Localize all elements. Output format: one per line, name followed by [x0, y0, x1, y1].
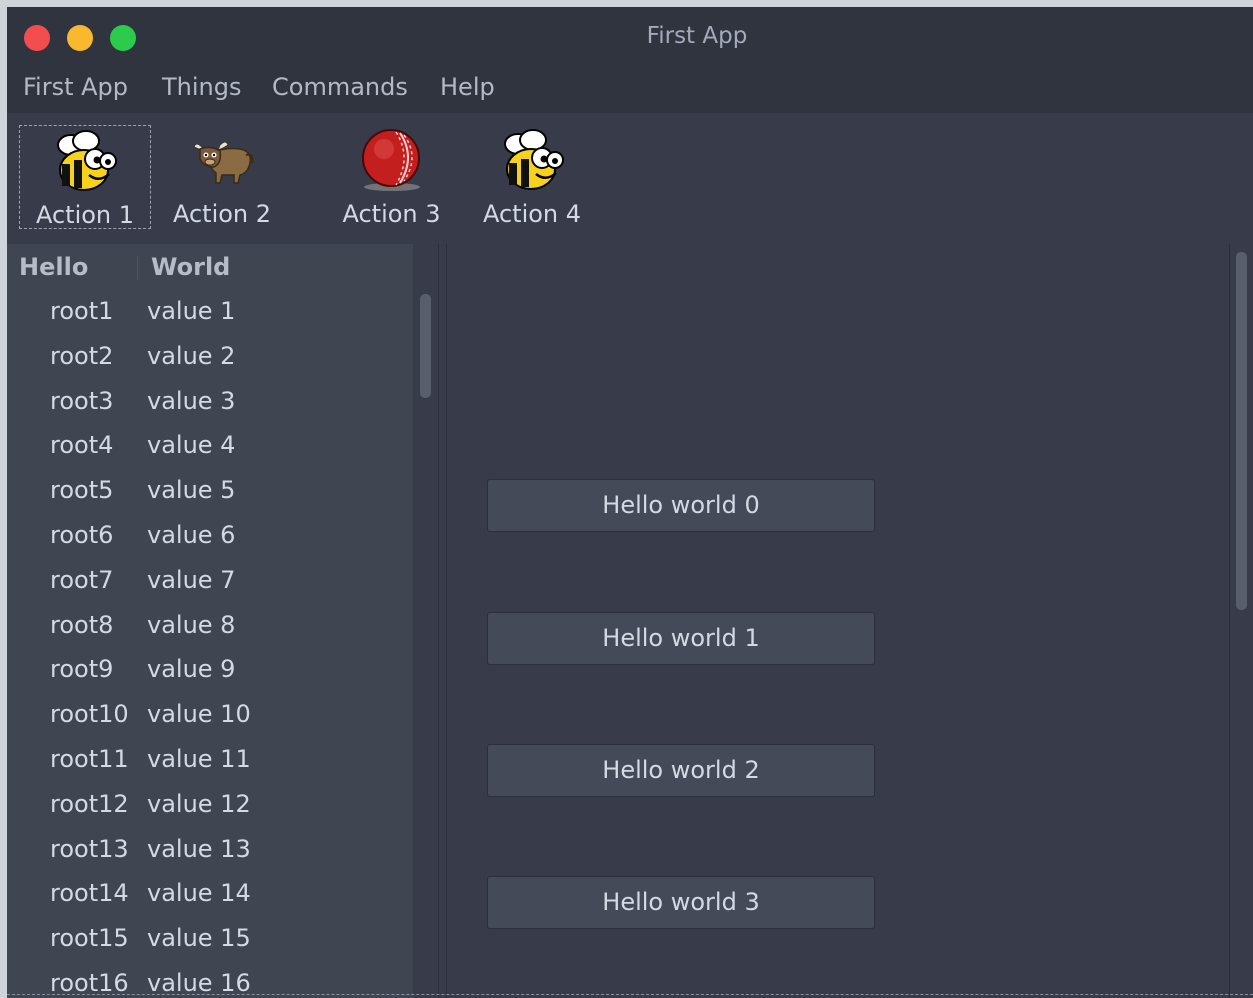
tree-cell-name: root13: [50, 834, 129, 863]
bee-icon: [57, 130, 117, 191]
action-3-button[interactable]: Action 3: [329, 125, 454, 229]
yak-icon: [193, 141, 254, 184]
tree-scrollbar-thumb[interactable]: [420, 294, 431, 398]
menu-things[interactable]: Things: [162, 73, 242, 101]
hello-world-2-button[interactable]: Hello world 2: [487, 744, 875, 797]
tree-cell-value: value 4: [147, 431, 236, 460]
tree-row[interactable]: root5 value 5: [7, 471, 413, 516]
tree-cell-name: root10: [50, 700, 129, 729]
panel-scrollbar-thumb[interactable]: [1236, 252, 1247, 610]
hello-world-3-button[interactable]: Hello world 3: [487, 876, 875, 929]
window-title: First App: [646, 23, 748, 49]
tree-header: Hello World: [7, 244, 413, 290]
tree-cell-value: value 5: [147, 476, 236, 505]
tree-cell-value: value 13: [147, 834, 251, 863]
tree-row[interactable]: root3 value 3: [7, 382, 413, 427]
toolbar: Action 1 Action 2 Action 3 Action 4: [7, 113, 1253, 239]
tree-row[interactable]: root8 value 8: [7, 606, 413, 651]
tree-row[interactable]: root9 value 9: [7, 650, 413, 695]
panel-scrollbar[interactable]: [1229, 244, 1253, 998]
tree-cell-name: root5: [50, 476, 114, 505]
column-header-hello[interactable]: Hello: [19, 253, 88, 281]
action-1-label: Action 1: [35, 201, 135, 229]
menu-commands[interactable]: Commands: [272, 73, 408, 101]
hello-world-0-button[interactable]: Hello world 0: [487, 479, 875, 532]
action-4-label: Action 4: [482, 200, 582, 228]
tree-row[interactable]: root6 value 6: [7, 516, 413, 561]
tree-cell-name: root8: [50, 610, 114, 639]
menu-first-app[interactable]: First App: [23, 73, 128, 101]
action-1-button[interactable]: Action 1: [19, 125, 151, 229]
action-4-button[interactable]: Action 4: [473, 125, 591, 229]
tree-row[interactable]: root12 value 12: [7, 785, 413, 830]
tree-cell-name: root16: [50, 969, 129, 997]
bee-icon: [504, 129, 564, 190]
tree-cell-name: root2: [50, 341, 114, 370]
tree-cell-value: value 3: [147, 386, 236, 415]
cricket-ball-icon: [361, 129, 420, 191]
tree-row[interactable]: root13 value 13: [7, 830, 413, 875]
title-bar: First App: [7, 7, 1253, 67]
tree-cell-name: root11: [50, 745, 129, 773]
button-panel: Hello world 0 Hello world 1 Hello world …: [447, 244, 1229, 998]
app-window: First App First App Things Commands Help…: [7, 7, 1253, 998]
tree-cell-name: root15: [50, 924, 129, 953]
menu-bar: First App Things Commands Help: [7, 67, 1253, 113]
tree-row[interactable]: root15 value 15: [7, 919, 413, 964]
tree-cell-value: value 2: [147, 341, 236, 370]
tree-row[interactable]: root10 value 10: [7, 695, 413, 740]
tree-cell-value: value 9: [147, 655, 236, 684]
tree-cell-value: value 11: [147, 745, 251, 773]
tree-cell-name: root4: [50, 431, 114, 460]
tree-cell-value: value 6: [147, 521, 236, 549]
tree-cell-name: root12: [50, 789, 129, 818]
bottom-dashed-border: [7, 994, 1253, 995]
tree-cell-value: value 14: [147, 879, 251, 908]
hello-world-1-button[interactable]: Hello world 1: [487, 612, 875, 665]
tree-row[interactable]: root11 value 11: [7, 740, 413, 785]
tree-cell-value: value 10: [147, 700, 251, 729]
tree-row[interactable]: root16 value 16: [7, 964, 413, 998]
tree-cell-value: value 15: [147, 924, 251, 953]
tree-scrollbar[interactable]: [413, 244, 438, 998]
tree-cell-name: root3: [50, 386, 114, 415]
tree-row[interactable]: root7 value 7: [7, 561, 413, 606]
tree-cell-name: root1: [50, 297, 114, 325]
tree-row[interactable]: root4 value 4: [7, 426, 413, 471]
action-3-label: Action 3: [342, 200, 441, 228]
tree-cell-value: value 1: [147, 297, 236, 325]
column-divider[interactable]: [137, 256, 138, 280]
action-2-label: Action 2: [172, 200, 272, 228]
column-header-world[interactable]: World: [151, 253, 230, 281]
tree-view[interactable]: Hello World root1 value 1 root2 value 2 root…: [7, 244, 413, 998]
action-2-button[interactable]: Action 2: [162, 125, 282, 229]
tree-cell-value: value 12: [147, 789, 251, 818]
tree-cell-value: value 8: [147, 610, 236, 639]
tree-cell-value: value 7: [147, 565, 236, 594]
tree-cell-name: root7: [50, 565, 114, 594]
tree-row[interactable]: root14 value 14: [7, 874, 413, 919]
tree-cell-name: root6: [50, 521, 114, 549]
pane-splitter[interactable]: [438, 244, 447, 998]
menu-help[interactable]: Help: [440, 73, 495, 101]
tree-cell-value: value 16: [147, 969, 251, 997]
tree-row[interactable]: root2 value 2: [7, 337, 413, 382]
tree-row[interactable]: root1 value 1: [7, 292, 413, 337]
tree-cell-name: root9: [50, 655, 114, 684]
tree-cell-name: root14: [50, 879, 129, 908]
